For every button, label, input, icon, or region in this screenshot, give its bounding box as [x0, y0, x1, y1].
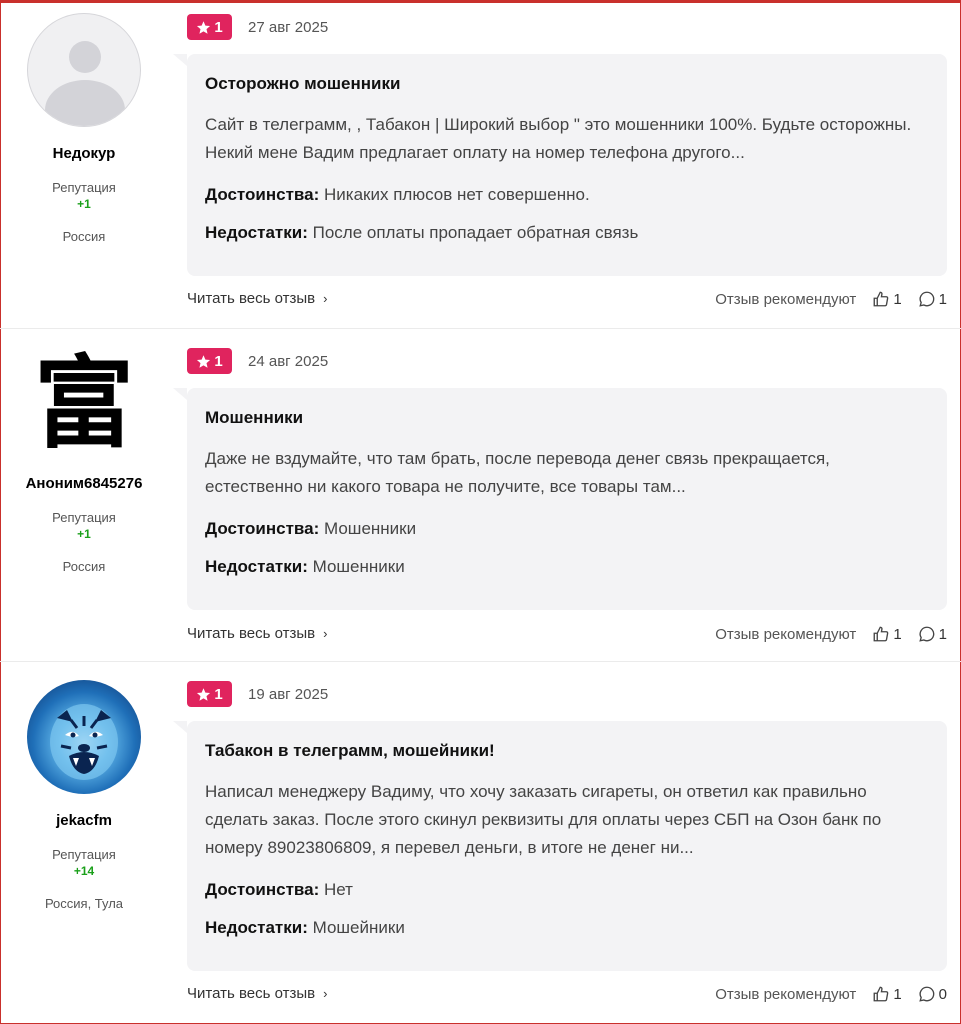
review-card[interactable]: Осторожно мошенники Сайт в телеграмм, , … — [173, 54, 947, 276]
review-meta: 1 24 авг 2025 — [187, 348, 328, 374]
review-card[interactable]: Табакон в телеграмм, мошейники! Написал … — [173, 721, 947, 971]
pros-label: Достоинства: — [205, 880, 320, 899]
cons-label: Недостатки: — [205, 557, 308, 576]
chevron-right-icon: › — [323, 986, 328, 1001]
thumbs-up-icon[interactable] — [872, 985, 890, 1003]
reputation-value: +1 — [77, 527, 91, 541]
review-item: 富 Аноним6845276 Репутация +1 Россия 1 24… — [0, 328, 961, 661]
reputation-label: Репутация — [52, 180, 116, 195]
review-actions: Отзыв рекомендуют 1 1 — [715, 290, 947, 308]
review-author: Недокур Репутация +1 Россия — [0, 13, 168, 244]
tiger-icon — [50, 704, 118, 780]
comment-icon[interactable] — [918, 290, 936, 308]
chevron-right-icon: › — [323, 291, 328, 306]
pros-text: Мошенники — [324, 519, 417, 538]
avatar-head-icon — [69, 41, 101, 73]
recommend-label: Отзыв рекомендуют — [715, 625, 857, 643]
read-more-link[interactable]: Читать весь отзыв › — [187, 290, 327, 307]
rating-badge: 1 — [187, 348, 232, 374]
read-more-link[interactable]: Читать весь отзыв › — [187, 625, 327, 642]
review-author: 富 Аноним6845276 Репутация +1 Россия — [0, 346, 168, 574]
comments-count: 0 — [938, 985, 947, 1003]
read-more-link[interactable]: Читать весь отзыв › — [187, 985, 327, 1002]
review-date: 19 авг 2025 — [248, 685, 329, 703]
review-text: Написал менеджеру Вадиму, что хочу заказ… — [205, 782, 882, 857]
likes-count: 1 — [893, 625, 902, 643]
read-more-label: Читать весь отзыв — [187, 985, 316, 1002]
avatar[interactable]: 富 — [27, 346, 141, 460]
review-actions: Отзыв рекомендуют 1 0 — [715, 985, 947, 1003]
review-pros: Достоинства: Никаких плюсов нет совершен… — [205, 185, 929, 205]
pros-text: Никаких плюсов нет совершенно. — [324, 185, 590, 204]
review-title[interactable]: Осторожно мошенники — [205, 74, 929, 94]
review-pros: Достоинства: Мошенники — [205, 519, 929, 539]
review-item: jekacfm Репутация +14 Россия, Тула 1 19 … — [0, 661, 961, 1024]
author-name[interactable]: Аноним6845276 — [0, 475, 168, 492]
cons-label: Недостатки: — [205, 223, 308, 242]
author-name[interactable]: Недокур — [0, 145, 168, 162]
review-title[interactable]: Табакон в телеграмм, мошейники! — [205, 741, 929, 761]
review-text: Сайт в телеграмм, , Табакон | Широкий вы… — [205, 115, 912, 162]
reputation-value: +14 — [73, 864, 95, 878]
chevron-right-icon: › — [323, 626, 328, 641]
comment-icon[interactable] — [918, 985, 936, 1003]
review-pros: Достоинства: Нет — [205, 880, 929, 900]
reputation-label: Репутация — [52, 847, 116, 862]
cons-label: Недостатки: — [205, 918, 308, 937]
thumbs-up-icon[interactable] — [872, 625, 890, 643]
rating-badge: 1 — [187, 681, 232, 707]
author-name[interactable]: jekacfm — [0, 812, 168, 829]
review-date: 24 авг 2025 — [248, 352, 329, 370]
recommend-label: Отзыв рекомендуют — [715, 985, 857, 1003]
star-icon — [197, 354, 211, 368]
reputation-value: +1 — [77, 197, 91, 211]
author-country: Россия — [62, 559, 106, 574]
review-cons: Недостатки: Мошейники — [205, 918, 929, 938]
author-country: Россия — [62, 229, 106, 244]
review-author: jekacfm Репутация +14 Россия, Тула — [0, 680, 168, 911]
review-footer: Читать весь отзыв › Отзыв рекомендуют 1 1 — [187, 625, 947, 645]
review-text: Даже не вздумайте, что там брать, после … — [205, 449, 830, 496]
comments-count: 1 — [938, 290, 947, 308]
kanji-avatar-glyph: 富 — [34, 346, 134, 460]
avatar-body-icon — [45, 80, 125, 126]
avatar[interactable] — [27, 13, 141, 127]
review-title[interactable]: Мошенники — [205, 408, 929, 428]
star-icon — [197, 20, 211, 34]
star-icon — [197, 687, 211, 701]
review-meta: 1 27 авг 2025 — [187, 14, 328, 40]
rating-value: 1 — [214, 18, 223, 36]
review-cons: Недостатки: После оплаты пропадает обрат… — [205, 223, 929, 243]
cons-text: Мошейники — [312, 918, 405, 937]
pros-text: Нет — [324, 880, 353, 899]
pros-label: Достоинства: — [205, 519, 320, 538]
cons-text: Мошенники — [312, 557, 405, 576]
rating-value: 1 — [214, 352, 223, 370]
review-date: 27 авг 2025 — [248, 18, 329, 36]
thumbs-up-icon[interactable] — [872, 290, 890, 308]
review-meta: 1 19 авг 2025 — [187, 681, 328, 707]
comment-icon[interactable] — [918, 625, 936, 643]
cons-text: После оплаты пропадает обратная связь — [312, 223, 639, 242]
review-actions: Отзыв рекомендуют 1 1 — [715, 625, 947, 643]
review-card[interactable]: Мошенники Даже не вздумайте, что там бра… — [173, 388, 947, 610]
likes-count: 1 — [893, 290, 902, 308]
likes-count: 1 — [893, 985, 902, 1003]
author-country: Россия, Тула — [44, 896, 124, 911]
reputation-label: Репутация — [52, 510, 116, 525]
pros-label: Достоинства: — [205, 185, 320, 204]
review-footer: Читать весь отзыв › Отзыв рекомендуют 1 0 — [187, 985, 947, 1005]
review-item: Недокур Репутация +1 Россия 1 27 авг 202… — [0, 0, 961, 328]
avatar[interactable] — [27, 680, 141, 794]
read-more-label: Читать весь отзыв — [187, 290, 316, 307]
review-cons: Недостатки: Мошенники — [205, 557, 929, 577]
read-more-label: Читать весь отзыв — [187, 625, 316, 642]
rating-badge: 1 — [187, 14, 232, 40]
rating-value: 1 — [214, 685, 223, 703]
comments-count: 1 — [938, 625, 947, 643]
review-footer: Читать весь отзыв › Отзыв рекомендуют 1 1 — [187, 290, 947, 310]
recommend-label: Отзыв рекомендуют — [715, 290, 857, 308]
